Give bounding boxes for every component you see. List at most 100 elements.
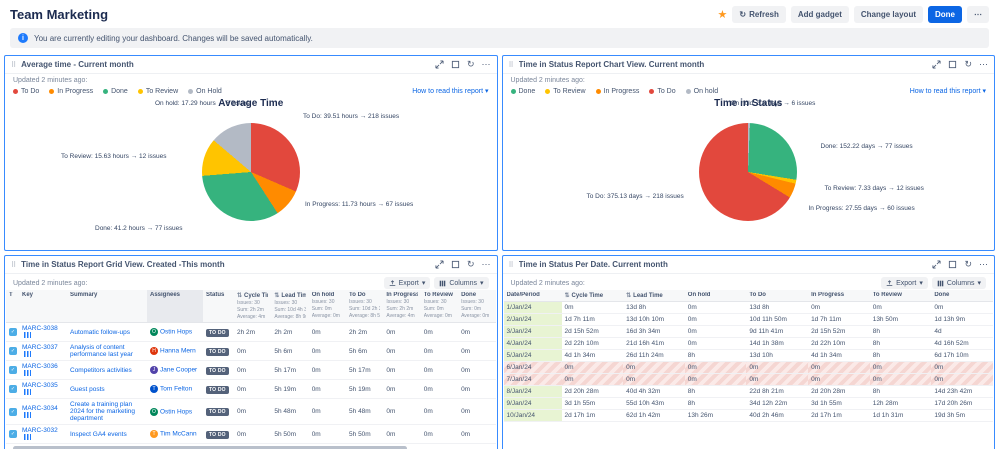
resize-icon[interactable]	[932, 60, 941, 69]
resize-icon[interactable]	[435, 60, 444, 69]
change-layout-button[interactable]: Change layout	[854, 6, 923, 23]
column-header-to-review[interactable]: To Review	[870, 290, 932, 302]
chart-icon[interactable]	[24, 351, 31, 357]
legend-item[interactable]: In Progress	[596, 88, 640, 95]
fullscreen-icon[interactable]	[948, 60, 957, 69]
time-cell: 4d	[931, 326, 993, 338]
issue-key-link[interactable]: MARC-3034	[22, 405, 58, 412]
column-header-status[interactable]: Status	[203, 290, 234, 323]
fullscreen-icon[interactable]	[451, 60, 460, 69]
issue-summary-link[interactable]: Guest posts	[70, 386, 105, 393]
sort-icon[interactable]: ⇅	[626, 292, 631, 299]
issue-row[interactable]: ✓MARC-3037Analysis of content performanc…	[6, 342, 496, 361]
issue-key-link[interactable]: MARC-3037	[22, 344, 58, 351]
refresh-gadget-icon[interactable]: ↻	[964, 260, 972, 269]
refresh-gadget-icon[interactable]: ↻	[467, 60, 475, 69]
column-header-cycle-time[interactable]: ⇅Cycle Time	[562, 290, 624, 302]
issue-key-link[interactable]: MARC-3035	[22, 382, 58, 389]
issue-row[interactable]: ✓MARC-3032Inspect GA4 eventsTTim McCannT…	[6, 425, 496, 444]
column-header-cycle-time[interactable]: ⇅Cycle TimeIssues: 30Sum: 2h 2mAverage: …	[234, 290, 271, 323]
issue-row[interactable]: ✓MARC-3034Create a training plan 2024 fo…	[6, 399, 496, 425]
refresh-gadget-icon[interactable]: ↻	[467, 260, 475, 269]
assignee-link[interactable]: Ostin Hops	[160, 329, 192, 336]
assignee-link[interactable]: Hanna Mern	[160, 348, 196, 355]
legend-item[interactable]: On hold	[686, 88, 719, 95]
legend-item[interactable]: Done	[103, 88, 128, 95]
chart-icon[interactable]	[24, 434, 31, 440]
issue-summary-link[interactable]: Create a training plan 2024 for the mark…	[70, 401, 135, 422]
resize-icon[interactable]	[435, 260, 444, 269]
issue-summary-link[interactable]: Inspect GA4 events	[70, 431, 127, 438]
columns-button[interactable]: Columns ▾	[932, 277, 986, 289]
issue-key-link[interactable]: MARC-3038	[22, 325, 58, 332]
export-button[interactable]: Export ▾	[881, 277, 928, 289]
help-link[interactable]: How to read this report ▾	[910, 87, 986, 95]
legend-item[interactable]: To Do	[13, 88, 39, 95]
column-header-on-hold[interactable]: On holdIssues: 30Sum: 0mAverage: 0m	[309, 290, 346, 323]
column-header-to-do[interactable]: To DoIssues: 30Sum: 10d 2h 35mAverage: 8…	[346, 290, 383, 323]
assignee-link[interactable]: Tom Felton	[160, 386, 192, 393]
pie-chart[interactable]	[202, 123, 300, 221]
issue-row[interactable]: ✓MARC-3038Automatic follow-upsOOstin Hop…	[6, 323, 496, 342]
issue-summary-link[interactable]: Automatic follow-ups	[70, 329, 130, 336]
column-header-t[interactable]: T	[6, 290, 19, 323]
chart-icon[interactable]	[24, 389, 31, 395]
sort-icon[interactable]: ⇅	[237, 292, 242, 299]
add-gadget-button[interactable]: Add gadget	[791, 6, 849, 23]
issue-row[interactable]: ✓MARC-3035Guest postsTTom FeltonTO DO0m5…	[6, 380, 496, 399]
issue-key-link[interactable]: MARC-3032	[22, 427, 58, 434]
fullscreen-icon[interactable]	[451, 260, 460, 269]
column-header-to-do[interactable]: To Do	[746, 290, 808, 302]
gadget-more-icon[interactable]: ⋯	[979, 260, 988, 269]
fullscreen-icon[interactable]	[948, 260, 957, 269]
drag-handle-icon[interactable]: ⠿	[509, 261, 514, 269]
legend-item[interactable]: To Review	[138, 88, 178, 95]
refresh-button[interactable]: ↻ Refresh	[732, 6, 786, 23]
type-cell: ✓	[6, 380, 19, 399]
issue-key-link[interactable]: MARC-3036	[22, 363, 58, 370]
assignee-link[interactable]: Ostin Hops	[160, 408, 192, 415]
column-header-in-progress[interactable]: In ProgressIssues: 30Sum: 2h 2mAverage: …	[383, 290, 420, 323]
legend-item[interactable]: To Do	[649, 88, 675, 95]
assignee-link[interactable]: Jane Cooper	[160, 367, 197, 374]
resize-icon[interactable]	[932, 260, 941, 269]
legend-item[interactable]: To Review	[545, 88, 585, 95]
column-header-done[interactable]: DoneIssues: 30Sum: 0mAverage: 0m	[458, 290, 495, 323]
column-header-lead-time[interactable]: ⇅Lead Time	[623, 290, 685, 302]
column-header-lead-time[interactable]: ⇅Lead TimeIssues: 30Sum: 10d 4h 37mAvera…	[271, 290, 308, 323]
gadget-more-icon[interactable]: ⋯	[482, 260, 491, 269]
column-header-to-review[interactable]: To ReviewIssues: 30Sum: 0mAverage: 0m	[421, 290, 458, 323]
drag-handle-icon[interactable]: ⠿	[11, 261, 16, 269]
column-header-done[interactable]: Done	[931, 290, 993, 302]
help-link[interactable]: How to read this report ▾	[412, 87, 488, 95]
column-header-summary[interactable]: Summary	[67, 290, 147, 323]
gadget-more-icon[interactable]: ⋯	[482, 60, 491, 69]
chart-icon[interactable]	[24, 332, 31, 338]
sort-icon[interactable]: ⇅	[565, 292, 570, 299]
column-header-date-period[interactable]: Date/Period	[504, 290, 562, 302]
issue-summary-link[interactable]: Analysis of content performance last yea…	[70, 344, 133, 358]
legend-item[interactable]: In Progress	[49, 88, 93, 95]
chart-icon[interactable]	[24, 412, 31, 418]
pie-chart[interactable]	[699, 123, 797, 221]
drag-handle-icon[interactable]: ⠿	[11, 61, 16, 69]
gadget-more-icon[interactable]: ⋯	[979, 60, 988, 69]
done-button[interactable]: Done	[928, 6, 962, 23]
column-header-in-progress[interactable]: In Progress	[808, 290, 870, 302]
more-options-button[interactable]: ⋯	[967, 6, 989, 23]
legend-item[interactable]: Done	[511, 88, 536, 95]
issue-row[interactable]: ✓MARC-3036Competitors activitiesJJane Co…	[6, 361, 496, 380]
legend-item[interactable]: On Hold	[188, 88, 222, 95]
favorite-star-icon[interactable]: ★	[718, 8, 728, 21]
drag-handle-icon[interactable]: ⠿	[509, 61, 514, 69]
issue-summary-link[interactable]: Competitors activities	[70, 367, 132, 374]
export-button[interactable]: Export ▾	[384, 277, 431, 289]
sort-icon[interactable]: ⇅	[274, 292, 279, 299]
chart-icon[interactable]	[24, 370, 31, 376]
assignee-link[interactable]: Tim McCann	[160, 431, 197, 438]
column-header-on-hold[interactable]: On hold	[685, 290, 747, 302]
column-header-assignees[interactable]: Assignees	[147, 290, 203, 323]
columns-button[interactable]: Columns ▾	[434, 277, 488, 289]
refresh-gadget-icon[interactable]: ↻	[964, 60, 972, 69]
column-header-key[interactable]: Key	[19, 290, 67, 323]
